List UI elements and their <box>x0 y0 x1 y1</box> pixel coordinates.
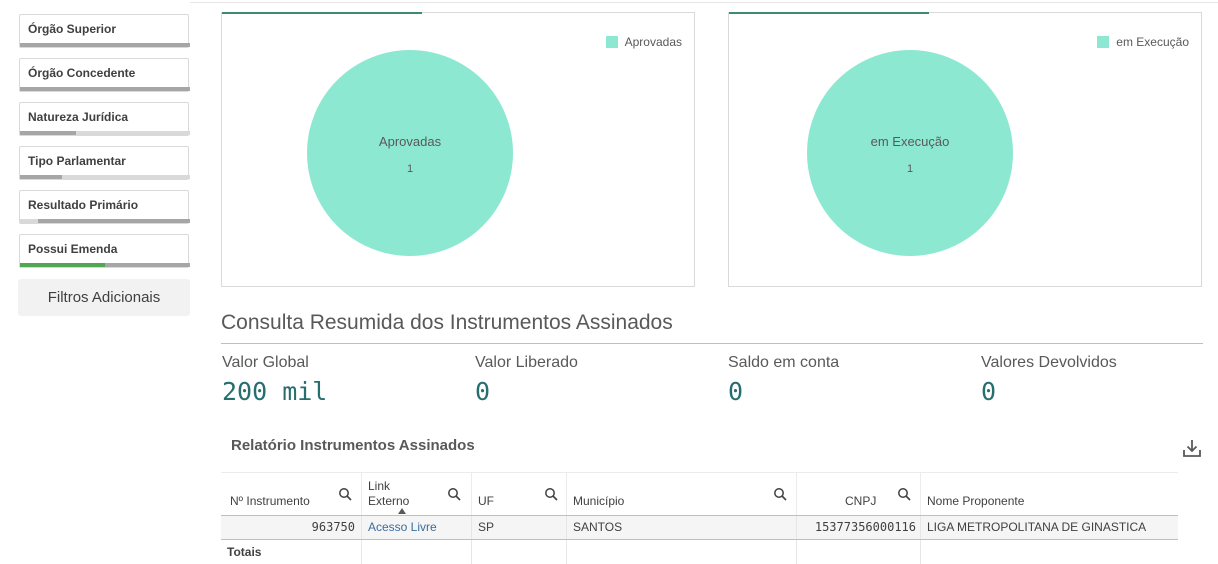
pie-slice-em-execucao[interactable] <box>807 50 1013 256</box>
section-title: Consulta Resumida dos Instrumentos Assin… <box>221 311 673 334</box>
kpi-valor-liberado: Valor Liberado 0 <box>475 354 578 406</box>
report-table: Nº Instrumento Link Externo UF Município… <box>221 472 1178 564</box>
section-divider <box>221 343 1203 344</box>
column-header-label: Nº Instrumento <box>230 494 310 508</box>
kpi-valores-devolvidos: Valores Devolvidos 0 <box>981 354 1117 406</box>
chart-panel-em-execucao: em Execução 1 em Execução <box>728 12 1202 287</box>
kpi-value: 0 <box>728 377 744 406</box>
filter-selection-bar <box>20 219 190 223</box>
filter-resultado-primario[interactable]: Resultado Primário <box>19 190 190 224</box>
pie-slice-value: 1 <box>907 163 913 175</box>
chart-legend[interactable]: Aprovadas <box>605 35 682 49</box>
totals-label-cell: Totais <box>221 540 361 564</box>
pie-slice-label: Aprovadas <box>379 134 442 149</box>
filter-orgao-superior[interactable]: Órgão Superior <box>19 14 190 48</box>
additional-filters-button[interactable]: Filtros Adicionais <box>18 279 190 316</box>
kpi-value: 200 mil <box>222 377 328 406</box>
totals-cell <box>471 540 566 564</box>
legend-label: Aprovadas <box>624 35 682 49</box>
column-header-label: Link Externo <box>368 479 410 508</box>
filter-selection-bar <box>20 131 190 135</box>
table-totals-row: Totais <box>221 540 1178 564</box>
pie-chart-aprovadas: Aprovadas 1 <box>307 50 513 256</box>
kpi-valor-global: Valor Global 200 mil <box>222 354 327 406</box>
filter-selection-bar <box>20 43 190 47</box>
report-title: Relatório Instrumentos Assinados <box>231 437 475 454</box>
kpi-value: 0 <box>475 377 491 406</box>
pie-slice-label: em Execução <box>871 134 950 149</box>
table-row: 963750 Acesso Livre SP SANTOS 1537735600… <box>221 516 1178 540</box>
filter-selected-fill <box>20 263 105 267</box>
cell-numero-instrumento: 963750 <box>311 520 355 534</box>
kpi-value: 0 <box>981 377 997 406</box>
column-header-uf[interactable]: UF <box>471 473 566 515</box>
filter-tipo-parlamentar[interactable]: Tipo Parlamentar <box>19 146 190 180</box>
chart-legend[interactable]: em Execução <box>1097 35 1189 49</box>
filter-possui-emenda[interactable]: Possui Emenda <box>19 234 190 268</box>
totals-cell <box>920 540 1178 564</box>
totals-label: Totais <box>227 545 262 559</box>
pie-chart-em-execucao: em Execução 1 <box>807 50 1013 256</box>
legend-swatch <box>605 36 618 48</box>
search-icon[interactable] <box>897 487 911 501</box>
cell-municipio: SANTOS <box>566 516 796 539</box>
column-header-label: Município <box>573 494 625 508</box>
kpi-label: Valor Global <box>222 354 309 371</box>
totals-cell <box>361 540 471 564</box>
cell-uf: SP <box>471 516 566 539</box>
column-header-numero-instrumento[interactable]: Nº Instrumento <box>221 473 361 515</box>
filter-label: Resultado Primário <box>28 198 139 212</box>
column-header-label: Nome Proponente <box>927 494 1025 508</box>
filter-label: Natureza Jurídica <box>28 110 129 124</box>
filter-label: Possui Emenda <box>28 242 118 256</box>
filter-selection-bar <box>20 175 190 179</box>
totals-cell <box>566 540 796 564</box>
search-icon[interactable] <box>338 487 352 501</box>
cell-cnpj: 15377356000116 <box>796 516 920 539</box>
filter-selection-bar <box>20 87 190 91</box>
legend-label: em Execução <box>1116 35 1189 49</box>
top-divider <box>190 2 1218 3</box>
kpi-label: Valores Devolvidos <box>981 354 1117 371</box>
search-icon[interactable] <box>447 487 461 501</box>
column-header-municipio[interactable]: Município <box>566 473 796 515</box>
filter-natureza-juridica[interactable]: Natureza Jurídica <box>19 102 190 136</box>
filter-label: Órgão Concedente <box>28 66 136 80</box>
sort-ascending-icon[interactable] <box>398 508 406 514</box>
pie-slice-value: 1 <box>407 163 413 175</box>
table-header-row: Nº Instrumento Link Externo UF Município… <box>221 472 1178 516</box>
search-icon[interactable] <box>544 487 558 501</box>
column-header-label: CNPJ <box>845 494 877 508</box>
pie-slice-aprovadas[interactable] <box>307 50 513 256</box>
filter-orgao-concedente[interactable]: Órgão Concedente <box>19 58 190 92</box>
column-header-link-externo[interactable]: Link Externo <box>361 473 471 515</box>
filter-label: Órgão Superior <box>28 22 117 36</box>
column-header-label: UF <box>478 494 494 508</box>
search-icon[interactable] <box>773 487 787 501</box>
kpi-label: Saldo em conta <box>728 354 840 371</box>
column-header-cnpj[interactable]: CNPJ <box>796 473 920 515</box>
column-header-nome-proponente[interactable]: Nome Proponente <box>920 473 1178 515</box>
kpi-label: Valor Liberado <box>475 354 578 371</box>
cell-nome-proponente: LIGA METROPOLITANA DE GINASTICA <box>920 516 1178 539</box>
filter-label: Tipo Parlamentar <box>28 154 126 168</box>
kpi-saldo-em-conta: Saldo em conta 0 <box>728 354 839 406</box>
cell-link-externo[interactable]: Acesso Livre <box>361 516 471 539</box>
legend-swatch <box>1097 36 1110 48</box>
chart-panel-aprovadas: Aprovadas 1 Aprovadas <box>221 12 695 287</box>
download-icon[interactable] <box>1181 437 1203 459</box>
totals-cell <box>796 540 920 564</box>
